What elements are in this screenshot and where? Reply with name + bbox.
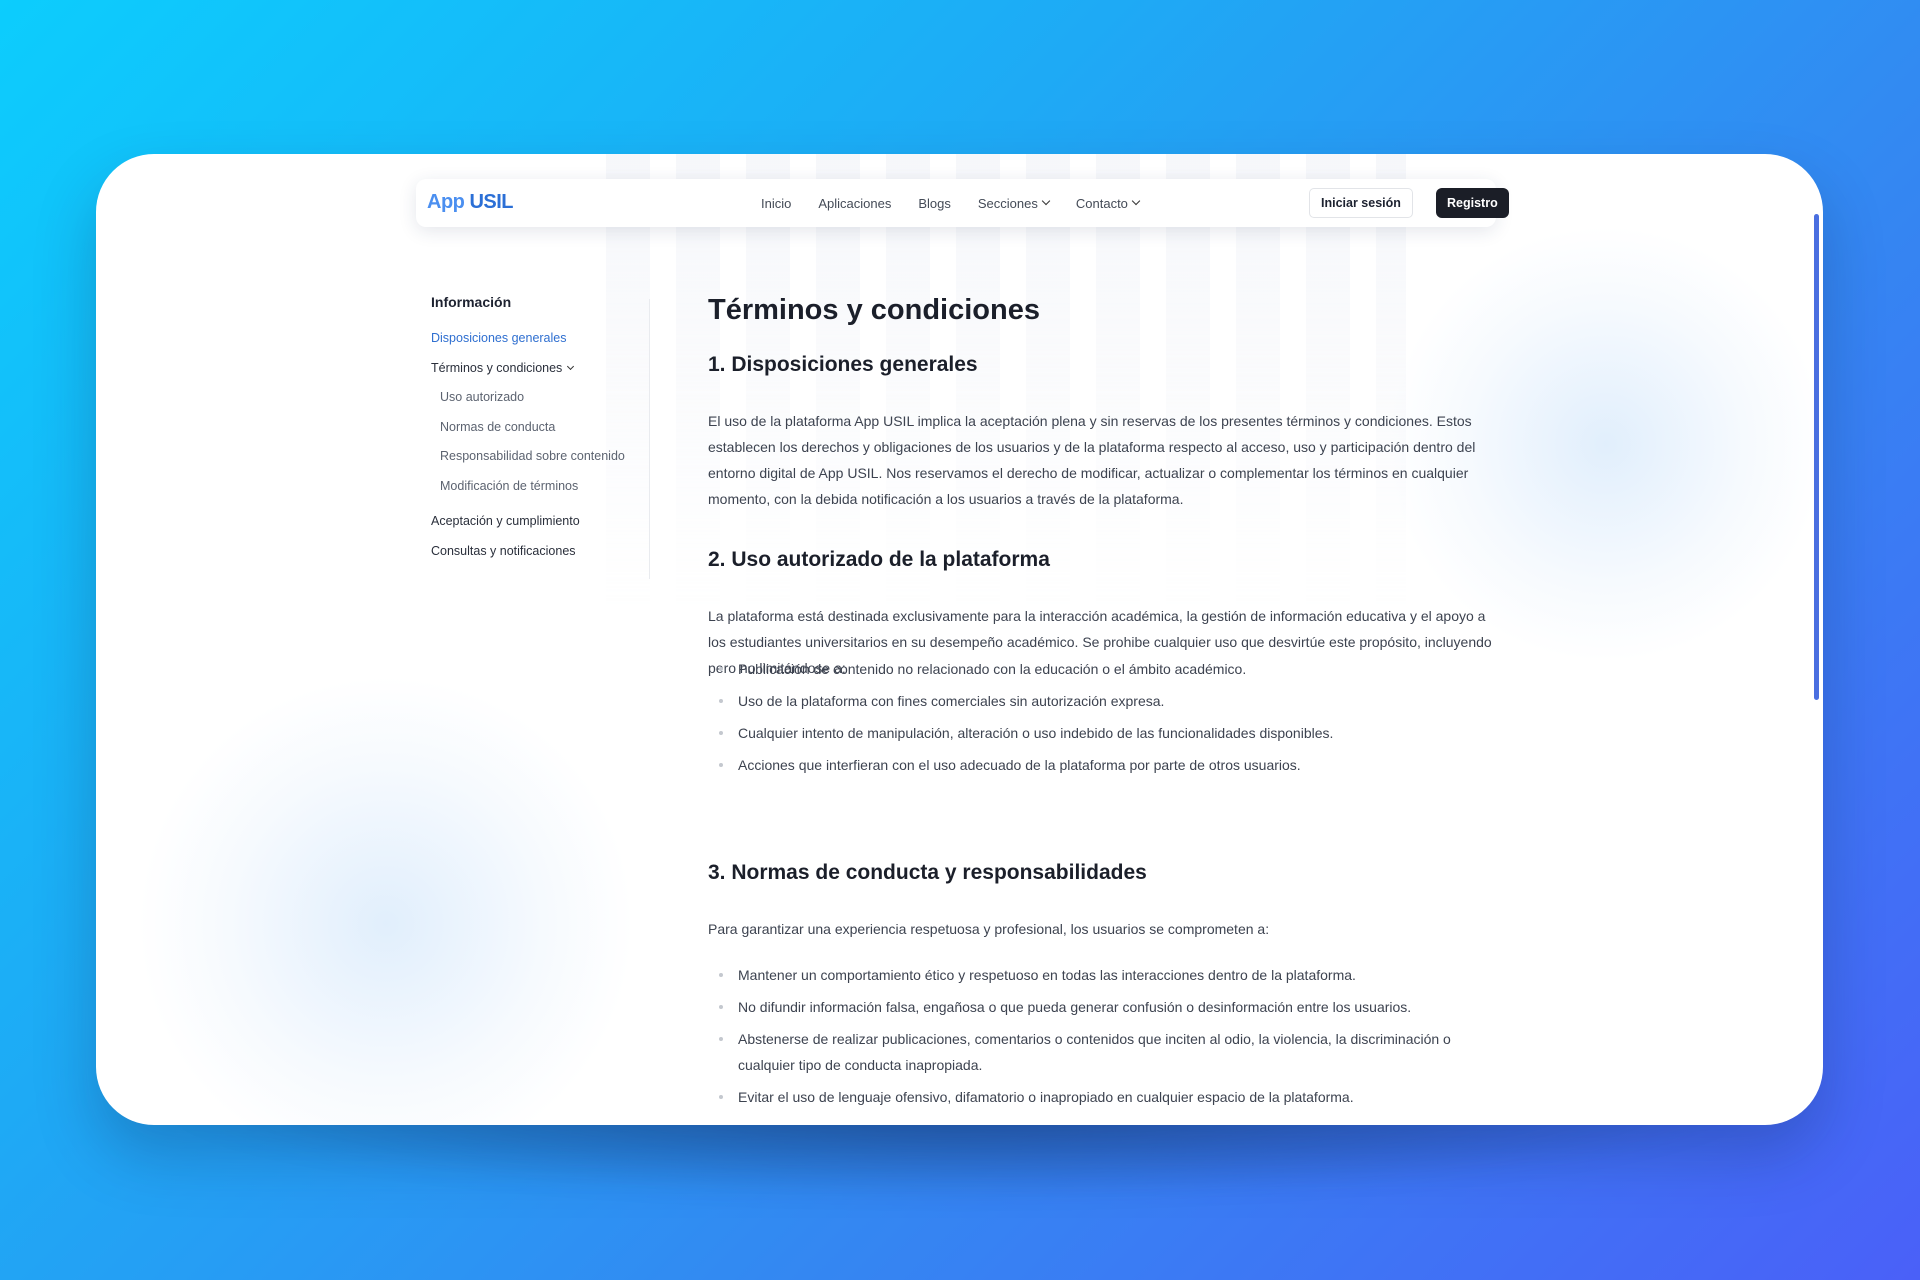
login-button[interactable]: Iniciar sesión [1309, 188, 1413, 218]
nav-link-contacto[interactable]: Contacto [1075, 195, 1141, 211]
list-item: Acciones que interfieran con el uso adec… [708, 752, 1508, 778]
section-paragraph-3: Para garantizar una experiencia respetuo… [708, 921, 1270, 937]
sidebar-item-aceptacion[interactable]: Aceptación y cumplimiento [431, 514, 580, 528]
nav-link-contacto-label: Contacto [1075, 195, 1128, 211]
list-item: Uso de la plataforma con fines comercial… [708, 688, 1508, 714]
browser-window: App USIL Inicio Aplicaciones Blogs Secci… [96, 154, 1823, 1125]
list-item: Mantener un comportamiento ético y respe… [708, 962, 1508, 988]
list-item: Publicación de contenido no relacionado … [708, 656, 1508, 682]
sidebar-item-disposiciones[interactable]: Disposiciones generales [431, 331, 567, 345]
register-button[interactable]: Registro [1436, 188, 1509, 218]
nav-link-secciones[interactable]: Secciones [977, 195, 1051, 211]
page-title: Términos y condiciones [708, 294, 1040, 326]
sidebar-subitem-modificacion[interactable]: Modificación de términos [440, 479, 578, 493]
chevron-down-icon [1131, 196, 1141, 206]
sidebar-subitem-uso[interactable]: Uso autorizado [440, 390, 524, 404]
nav-links: Inicio Aplicaciones Blogs Secciones Cont… [761, 179, 1166, 227]
section-list-2: Publicación de contenido no relacionado … [708, 656, 1508, 778]
list-item: Abstenerse de realizar publicaciones, co… [708, 1026, 1508, 1078]
sidebar-item-consultas[interactable]: Consultas y notificaciones [431, 544, 576, 558]
nav-link-secciones-label: Secciones [977, 195, 1038, 211]
scrollbar[interactable] [1814, 214, 1819, 700]
logo-usil-text: USIL [469, 191, 514, 213]
nav-link-blogs[interactable]: Blogs [918, 196, 951, 211]
sidebar-subitem-responsabilidad[interactable]: Responsabilidad sobre contenido [440, 449, 625, 463]
list-item: Cualquier intento de manipulación, alter… [708, 720, 1508, 746]
decorative-glow-left [136, 674, 636, 1125]
top-navbar: App USIL Inicio Aplicaciones Blogs Secci… [416, 179, 1509, 227]
nav-link-inicio[interactable]: Inicio [761, 196, 791, 211]
sidebar-divider [649, 299, 650, 579]
nav-link-aplicaciones[interactable]: Aplicaciones [818, 196, 891, 211]
list-item: No difundir información falsa, engañosa … [708, 994, 1508, 1020]
sidebar-subitem-normas[interactable]: Normas de conducta [440, 420, 555, 434]
section-heading-3: 3. Normas de conducta y responsabilidade… [708, 861, 1147, 884]
sidebar-item-terminos-label: Términos y condiciones [431, 361, 563, 375]
logo-app-text: App [427, 191, 465, 213]
chevron-down-icon [567, 362, 575, 370]
section-heading-1: 1. Disposiciones generales [708, 353, 978, 376]
app-logo[interactable]: App USIL [427, 191, 514, 214]
list-item: Evitar el uso de lenguaje ofensivo, difa… [708, 1084, 1508, 1110]
sidebar-item-terminos[interactable]: Términos y condiciones [431, 361, 575, 375]
chevron-down-icon [1041, 196, 1051, 206]
sidebar-title: Información [431, 294, 512, 310]
section-paragraph-1: El uso de la plataforma App USIL implica… [708, 413, 1476, 507]
section-list-3: Mantener un comportamiento ético y respe… [708, 962, 1508, 1110]
section-heading-2: 2. Uso autorizado de la plataforma [708, 548, 1050, 571]
